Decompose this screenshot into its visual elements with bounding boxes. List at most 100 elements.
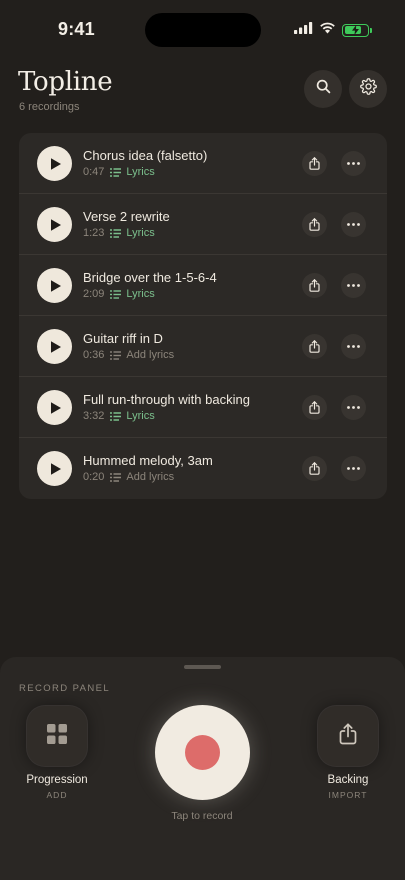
gear-icon bbox=[359, 78, 377, 100]
app-screen: 9:41 Topline 6 recordings Chorus idea (f… bbox=[0, 0, 405, 880]
grid-icon bbox=[47, 723, 67, 749]
play-icon bbox=[49, 218, 62, 232]
play-button[interactable] bbox=[37, 329, 72, 364]
more-button[interactable] bbox=[341, 212, 366, 237]
share-icon bbox=[309, 157, 320, 170]
share-button[interactable] bbox=[302, 212, 327, 237]
play-icon bbox=[49, 462, 62, 476]
lyrics-link[interactable]: Lyrics bbox=[126, 166, 154, 178]
dynamic-island bbox=[145, 13, 261, 47]
more-icon bbox=[347, 223, 360, 226]
more-button[interactable] bbox=[341, 151, 366, 176]
settings-button[interactable] bbox=[349, 70, 387, 108]
recording-meta: 0:20 Add lyrics bbox=[83, 471, 174, 483]
recording-duration: 2:09 bbox=[83, 288, 105, 300]
play-button[interactable] bbox=[37, 146, 72, 181]
recording-row[interactable]: Chorus idea (falsetto) 0:47 Lyrics bbox=[19, 133, 387, 194]
recording-meta: 0:36 Add lyrics bbox=[83, 349, 174, 361]
recording-title: Full run-through with backing bbox=[83, 392, 250, 407]
recording-row[interactable]: Verse 2 rewrite 1:23 Lyrics bbox=[19, 194, 387, 255]
signal-icon bbox=[294, 21, 313, 39]
recording-meta: 1:23 Lyrics bbox=[83, 227, 155, 239]
battery-charging-icon bbox=[342, 23, 372, 37]
backing-label: Backing bbox=[327, 774, 369, 786]
panel-label: RECORD PANEL bbox=[19, 683, 111, 694]
lyrics-link[interactable]: Lyrics bbox=[126, 288, 154, 300]
more-button[interactable] bbox=[341, 273, 366, 298]
recording-title: Guitar riff in D bbox=[83, 331, 163, 346]
record-icon bbox=[185, 735, 220, 770]
recording-duration: 0:20 bbox=[83, 471, 105, 483]
share-button[interactable] bbox=[302, 395, 327, 420]
share-icon bbox=[309, 279, 320, 292]
search-button[interactable] bbox=[304, 70, 342, 108]
recording-meta: 3:32 Lyrics bbox=[83, 410, 155, 422]
more-icon bbox=[347, 345, 360, 348]
panel-grabber[interactable] bbox=[184, 665, 221, 669]
recording-title: Hummed melody, 3am bbox=[83, 453, 213, 468]
progression-label: Progression bbox=[26, 774, 88, 786]
lyrics-icon bbox=[110, 289, 122, 299]
more-button[interactable] bbox=[341, 395, 366, 420]
status-bar: 9:41 bbox=[0, 0, 405, 56]
recording-meta: 0:47 Lyrics bbox=[83, 166, 155, 178]
more-icon bbox=[347, 467, 360, 470]
status-time: 9:41 bbox=[58, 19, 95, 39]
progression-sub: ADD bbox=[46, 790, 68, 800]
recording-row[interactable]: Guitar riff in D 0:36 Add lyrics bbox=[19, 316, 387, 377]
share-icon bbox=[338, 722, 358, 750]
record-hint: Tap to record bbox=[171, 810, 233, 822]
recording-duration: 0:36 bbox=[83, 349, 105, 361]
recording-duration: 0:47 bbox=[83, 166, 105, 178]
backing-sub: IMPORT bbox=[328, 790, 368, 800]
share-button[interactable] bbox=[302, 151, 327, 176]
more-icon bbox=[347, 284, 360, 287]
more-icon bbox=[347, 406, 360, 409]
search-icon bbox=[316, 79, 331, 99]
lyrics-icon bbox=[110, 411, 122, 421]
share-button[interactable] bbox=[302, 456, 327, 481]
recording-row[interactable]: Bridge over the 1-5-6-4 2:09 Lyrics bbox=[19, 255, 387, 316]
share-icon bbox=[309, 401, 320, 414]
recording-meta: 2:09 Lyrics bbox=[83, 288, 155, 300]
lyrics-icon bbox=[110, 228, 122, 238]
lyrics-link[interactable]: Add lyrics bbox=[126, 349, 174, 361]
wifi-icon bbox=[319, 21, 336, 39]
lyrics-link[interactable]: Add lyrics bbox=[126, 471, 174, 483]
share-icon bbox=[309, 462, 320, 475]
recording-title: Chorus idea (falsetto) bbox=[83, 148, 208, 163]
more-button[interactable] bbox=[341, 334, 366, 359]
lyrics-icon bbox=[110, 167, 122, 177]
play-icon bbox=[49, 340, 62, 354]
play-button[interactable] bbox=[37, 207, 72, 242]
share-button[interactable] bbox=[302, 273, 327, 298]
share-icon bbox=[309, 218, 320, 231]
recording-title: Verse 2 rewrite bbox=[83, 209, 170, 224]
recording-duration: 1:23 bbox=[83, 227, 105, 239]
more-button[interactable] bbox=[341, 456, 366, 481]
recording-title: Bridge over the 1-5-6-4 bbox=[83, 270, 217, 285]
play-icon bbox=[49, 401, 62, 415]
lyrics-icon bbox=[110, 472, 122, 482]
page-title: Topline bbox=[18, 67, 113, 97]
recording-row[interactable]: Full run-through with backing 3:32 Lyrics bbox=[19, 377, 387, 438]
record-panel: RECORD PANEL Progression ADD Tap to reco… bbox=[0, 657, 405, 880]
play-button[interactable] bbox=[37, 451, 72, 486]
status-icons bbox=[294, 21, 372, 39]
recording-duration: 3:32 bbox=[83, 410, 105, 422]
progression-button[interactable] bbox=[27, 706, 87, 766]
share-icon bbox=[309, 340, 320, 353]
recording-count: 6 recordings bbox=[19, 101, 80, 113]
lyrics-icon bbox=[110, 350, 122, 360]
play-icon bbox=[49, 279, 62, 293]
share-button[interactable] bbox=[302, 334, 327, 359]
more-icon bbox=[347, 162, 360, 165]
play-button[interactable] bbox=[37, 268, 72, 303]
recordings-list: Chorus idea (falsetto) 0:47 Lyrics Verse 2 … bbox=[19, 133, 387, 499]
lyrics-link[interactable]: Lyrics bbox=[126, 410, 154, 422]
record-button[interactable] bbox=[155, 705, 250, 800]
recording-row[interactable]: Hummed melody, 3am 0:20 Add lyrics bbox=[19, 438, 387, 499]
lyrics-link[interactable]: Lyrics bbox=[126, 227, 154, 239]
play-button[interactable] bbox=[37, 390, 72, 425]
backing-button[interactable] bbox=[318, 706, 378, 766]
